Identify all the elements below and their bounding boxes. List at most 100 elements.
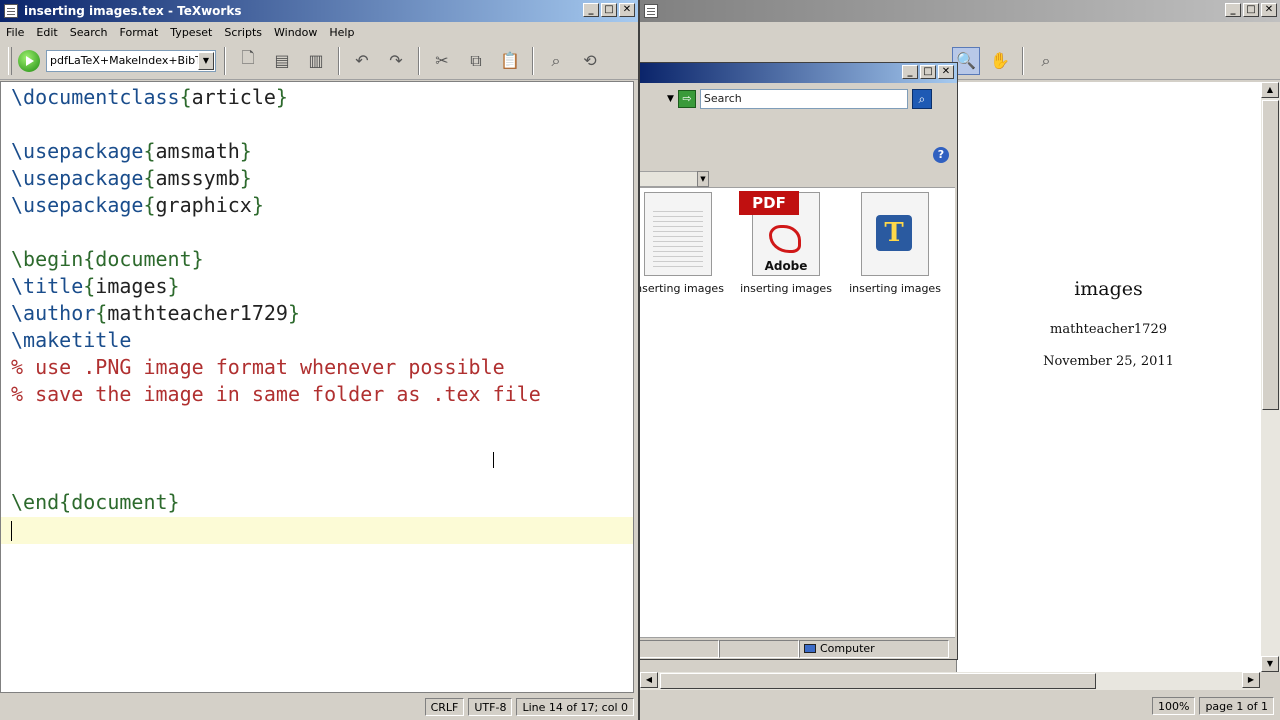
menu-typeset[interactable]: Typeset xyxy=(170,26,212,39)
chevron-down-icon[interactable]: ▼ xyxy=(198,51,214,70)
code-line: \begin{document} xyxy=(11,247,204,271)
typeset-play-icon[interactable] xyxy=(18,49,40,72)
undo-icon[interactable]: ↶ xyxy=(348,47,376,75)
document-icon xyxy=(4,4,18,18)
vertical-scroll-thumb[interactable] xyxy=(1262,100,1279,410)
menu-window[interactable]: Window xyxy=(274,26,317,39)
code-line: \end{document} xyxy=(11,490,180,514)
engine-select[interactable]: pdfLaTeX+MakeIndex+BibTeX ▼ xyxy=(46,49,216,72)
close-button[interactable]: ✕ xyxy=(1261,3,1277,17)
toolbar-separator xyxy=(338,46,340,75)
file-item-pdf[interactable]: PDF Adobe inserting images xyxy=(731,191,841,295)
engine-select-value: pdfLaTeX+MakeIndex+BibTeX xyxy=(50,54,215,67)
code-line: \author{mathteacher1729} xyxy=(11,301,301,325)
chevron-down-icon[interactable]: ▼ xyxy=(697,171,709,187)
copy-icon[interactable]: ⧉ xyxy=(462,47,490,75)
explorer-titlebar[interactable]: _ □ ✕ xyxy=(639,63,957,83)
editor-toolbar: pdfLaTeX+MakeIndex+BibTeX ▼ 🗋 ▤ ▥ ↶ ↷ ✂ … xyxy=(0,42,638,80)
close-button[interactable]: ✕ xyxy=(938,65,954,79)
current-line-highlight xyxy=(1,517,633,544)
pdf-date: November 25, 2011 xyxy=(1043,354,1174,369)
code-line: \title{images} xyxy=(11,274,180,298)
menu-format[interactable]: Format xyxy=(120,26,159,39)
line-ending-indicator[interactable]: CRLF xyxy=(424,698,465,716)
editor-statusbar: CRLF UTF-8 Line 14 of 17; col 0 xyxy=(0,694,638,720)
help-icon[interactable]: ? xyxy=(933,147,949,163)
maximize-button[interactable]: □ xyxy=(920,65,936,79)
menu-file[interactable]: File xyxy=(6,26,24,39)
tex-logo: T xyxy=(876,215,912,251)
status-pane xyxy=(639,639,719,658)
zoom-level[interactable]: 100% xyxy=(1151,697,1196,715)
address-dropdown-arrow[interactable]: ▼ xyxy=(667,94,674,104)
file-label: inserting images xyxy=(740,282,832,295)
find-icon[interactable]: ⌕ xyxy=(1032,47,1060,75)
scroll-up-arrow[interactable]: ▲ xyxy=(1261,82,1279,98)
toolbar-grip[interactable] xyxy=(8,46,12,75)
computer-icon xyxy=(804,644,816,653)
maximize-button[interactable]: □ xyxy=(1243,3,1259,17)
menu-search[interactable]: Search xyxy=(70,26,108,39)
file-item-tex[interactable]: T inserting images xyxy=(840,192,950,295)
editor-window-controls: _ □ ✕ xyxy=(583,3,635,17)
scroll-right-arrow[interactable]: ▶ xyxy=(1242,672,1260,688)
pdf-title: images xyxy=(1074,278,1143,300)
toolbar-separator xyxy=(418,46,420,75)
minimize-button[interactable]: _ xyxy=(902,65,918,79)
search-input[interactable]: Search xyxy=(699,89,908,109)
horizontal-scroll-thumb[interactable] xyxy=(660,673,1096,689)
horizontal-scrollbar[interactable]: ◀ ▶ xyxy=(640,672,1260,690)
minimize-button[interactable]: _ xyxy=(583,3,599,17)
vertical-scrollbar[interactable]: ▲ ▼ xyxy=(1260,82,1280,672)
toolbar-separator xyxy=(1022,46,1024,75)
tex-file-icon: T xyxy=(861,192,929,276)
find-icon[interactable]: ⌕ xyxy=(542,47,570,75)
code-editor[interactable]: \documentclass{article} \usepackage{amsm… xyxy=(0,81,634,693)
encoding-indicator[interactable]: UTF-8 xyxy=(468,698,513,716)
scroll-down-arrow[interactable]: ▼ xyxy=(1261,656,1279,672)
menu-scripts[interactable]: Scripts xyxy=(224,26,262,39)
preview-menubar xyxy=(640,22,1280,42)
desktop: _ □ ✕ 🔍 ✋ ⌕ images mathteacher1729 Novem… xyxy=(0,0,1280,720)
explorer-statusbar: Computer xyxy=(639,637,955,659)
explorer-window-controls: _ □ ✕ xyxy=(902,65,954,79)
pdf-page[interactable]: images mathteacher1729 November 25, 2011 xyxy=(956,82,1260,672)
open-file-icon[interactable]: ▤ xyxy=(268,47,296,75)
menu-help[interactable]: Help xyxy=(329,26,354,39)
minimize-button[interactable]: _ xyxy=(1225,3,1241,17)
preview-titlebar[interactable]: _ □ ✕ xyxy=(640,0,1280,22)
acrobat-logo xyxy=(769,225,801,253)
hand-tool-icon[interactable]: ✋ xyxy=(986,47,1014,75)
scroll-left-arrow[interactable]: ◀ xyxy=(640,672,658,688)
status-location: Computer xyxy=(799,639,949,658)
pdf-author: mathteacher1729 xyxy=(1050,322,1167,337)
page-indicator[interactable]: page 1 of 1 xyxy=(1199,697,1274,715)
file-list: inserting images PDF Adobe inserting ima… xyxy=(639,187,955,637)
close-button[interactable]: ✕ xyxy=(619,3,635,17)
status-location-label: Computer xyxy=(820,642,875,655)
toolbar-separator xyxy=(224,46,226,75)
file-explorer-window: _ □ ✕ ▼ ⇨ Search ⌕ ? ▼ inserting images … xyxy=(638,62,958,660)
search-icon[interactable]: ⌕ xyxy=(911,89,932,109)
code-line: \usepackage{graphicx} xyxy=(11,193,264,217)
adobe-logo-text: Adobe xyxy=(764,259,808,273)
file-item-text[interactable]: inserting images xyxy=(639,192,733,295)
code-comment: % save the image in same folder as .tex … xyxy=(11,382,541,406)
paste-icon[interactable]: 📋 xyxy=(496,47,524,75)
maximize-button[interactable]: □ xyxy=(601,3,617,17)
save-file-icon[interactable]: ▥ xyxy=(302,47,330,75)
text-file-icon xyxy=(644,192,712,276)
new-file-icon[interactable]: 🗋 xyxy=(234,47,262,75)
document-icon xyxy=(644,4,658,18)
toolbar-separator xyxy=(532,46,534,75)
menu-edit[interactable]: Edit xyxy=(36,26,57,39)
texworks-editor-window: inserting images.tex - TeXworks _ □ ✕ Fi… xyxy=(0,0,640,720)
cut-icon[interactable]: ✂ xyxy=(428,47,456,75)
redo-icon[interactable]: ↷ xyxy=(382,47,410,75)
replace-icon[interactable]: ⟲ xyxy=(576,47,604,75)
preview-statusbar: 100% page 1 of 1 xyxy=(640,692,1280,720)
go-button[interactable]: ⇨ xyxy=(677,90,696,108)
code-line: \usepackage{amsmath} xyxy=(11,139,252,163)
editor-titlebar[interactable]: inserting images.tex - TeXworks _ □ ✕ xyxy=(0,0,638,22)
ibeam-cursor-icon xyxy=(493,452,499,468)
